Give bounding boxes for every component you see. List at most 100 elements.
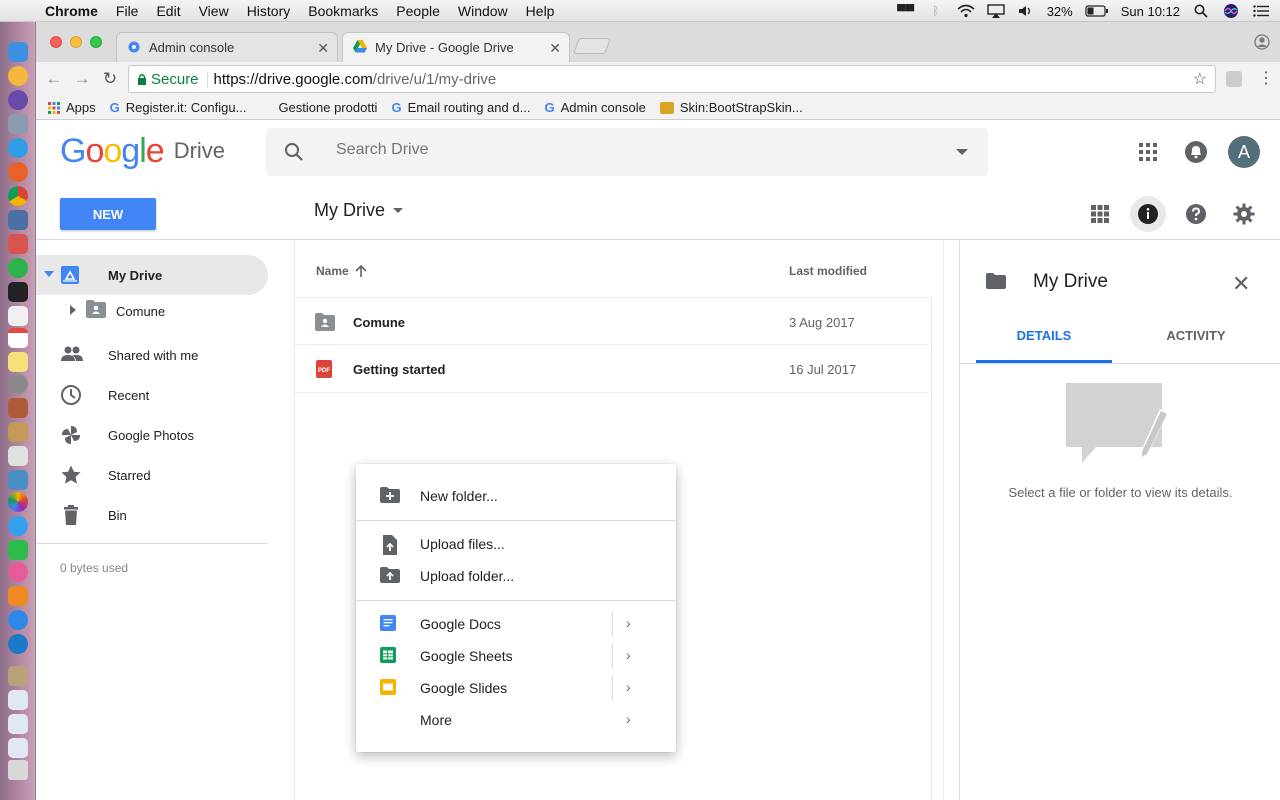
menu-item-upload-files[interactable]: Upload files... [356, 528, 676, 560]
bookmark-email-routing[interactable]: G Email routing and d... [391, 100, 530, 115]
reload-button[interactable]: ↻ [100, 69, 120, 89]
close-tab-icon[interactable]: ✕ [549, 40, 561, 57]
menu-item-google-sheets[interactable]: Google Sheets › [356, 640, 676, 672]
app-icon[interactable] [8, 210, 28, 230]
close-tab-icon[interactable]: ✕ [317, 40, 329, 57]
safari-icon[interactable] [8, 138, 28, 158]
forward-button[interactable]: → [72, 69, 92, 89]
ibooks-icon[interactable] [8, 586, 28, 606]
chrome-icon[interactable] [8, 186, 28, 206]
minimize-window-button[interactable] [70, 36, 82, 48]
zoom-window-button[interactable] [90, 36, 102, 48]
sort-by-name[interactable]: Name [316, 264, 367, 278]
battery-icon[interactable] [1085, 4, 1109, 18]
app-icon[interactable] [8, 398, 28, 418]
app-icon[interactable] [8, 90, 28, 110]
account-avatar[interactable]: A [1228, 136, 1260, 168]
system-preferences-icon[interactable] [8, 374, 28, 394]
bookmark-apps[interactable]: Apps [48, 100, 96, 115]
chevron-right-icon[interactable]: › [626, 615, 631, 631]
menu-edit[interactable]: Edit [147, 3, 189, 19]
menubar-clock[interactable]: Sun 10:12 [1121, 4, 1180, 19]
menu-history[interactable]: History [238, 3, 300, 19]
menu-item-google-docs[interactable]: Google Docs › [356, 608, 676, 640]
secure-indicator[interactable]: Secure [137, 70, 208, 88]
launchpad-icon[interactable] [8, 114, 28, 134]
bookmark-skin[interactable]: Skin:BootStrapSkin... [659, 100, 803, 115]
info-icon[interactable] [1130, 196, 1166, 232]
finder-icon[interactable] [8, 42, 28, 62]
tab-my-drive[interactable]: My Drive - Google Drive ✕ [342, 32, 570, 62]
bookmark-register[interactable]: G Register.it: Configu... [110, 100, 247, 115]
app-icon[interactable] [8, 234, 28, 254]
menu-view[interactable]: View [190, 3, 238, 19]
tab-admin-console[interactable]: Admin console ✕ [116, 32, 338, 62]
app-icon[interactable] [8, 258, 28, 278]
close-icon[interactable]: ✕ [1232, 271, 1250, 297]
file-row[interactable]: PDF Getting started 16 Jul 2017 [295, 345, 929, 393]
rss-extension-icon[interactable] [1226, 71, 1242, 87]
app-icon[interactable] [8, 470, 28, 490]
folder-icon[interactable] [8, 738, 28, 758]
search-box[interactable] [266, 128, 988, 176]
calendar-icon[interactable] [8, 328, 28, 348]
volume-icon[interactable] [1017, 4, 1035, 18]
app-icon[interactable] [8, 66, 28, 86]
search-input[interactable] [336, 141, 896, 159]
facetime-icon[interactable] [8, 540, 28, 560]
notification-center-icon[interactable] [1252, 4, 1270, 18]
textedit-icon[interactable] [8, 306, 28, 326]
trash-icon[interactable] [8, 760, 28, 780]
column-last-modified[interactable]: Last modified [789, 264, 867, 278]
settings-gear-icon[interactable] [1226, 196, 1262, 232]
spotlight-search-icon[interactable] [1192, 4, 1210, 18]
close-window-button[interactable] [50, 36, 62, 48]
menu-help[interactable]: Help [517, 3, 564, 19]
search-options-chevron-icon[interactable] [956, 149, 968, 155]
app-icon[interactable] [8, 666, 28, 686]
firefox-icon[interactable] [8, 162, 28, 182]
chevron-right-icon[interactable]: › [626, 647, 631, 663]
file-row[interactable]: Comune 3 Aug 2017 [295, 297, 929, 345]
new-button[interactable]: NEW [60, 198, 156, 230]
wifi-icon[interactable] [957, 4, 975, 18]
menu-people[interactable]: People [387, 3, 449, 19]
sidebar-item-bin[interactable]: Bin [36, 495, 268, 535]
expand-arrow-icon[interactable] [70, 305, 76, 315]
menu-file[interactable]: File [107, 3, 148, 19]
scrollbar-track[interactable] [931, 297, 932, 800]
menu-item-google-slides[interactable]: Google Slides › [356, 672, 676, 704]
chevron-right-icon[interactable]: › [626, 711, 631, 727]
app-icon[interactable] [8, 446, 28, 466]
folder-icon[interactable] [8, 690, 28, 710]
terminal-icon[interactable] [8, 282, 28, 302]
sidebar-item-my-drive[interactable]: My Drive [36, 255, 268, 295]
messages-icon[interactable] [8, 516, 28, 536]
menu-item-upload-folder[interactable]: Upload folder... [356, 560, 676, 592]
sidebar-item-shared-with-me[interactable]: Shared with me [36, 335, 268, 375]
address-bar[interactable]: Secure https://drive.google.com/drive/u/… [128, 65, 1216, 93]
menu-window[interactable]: Window [449, 3, 517, 19]
menu-item-new-folder[interactable]: New folder... [356, 480, 676, 512]
storage-usage[interactable]: 0 bytes used [60, 561, 128, 575]
airplay-icon[interactable] [986, 4, 1005, 18]
menu-bookmarks[interactable]: Bookmarks [299, 3, 387, 19]
breadcrumb-dropdown-icon[interactable] [393, 208, 403, 213]
app-icon[interactable] [8, 422, 28, 442]
folder-icon[interactable] [8, 714, 28, 734]
notifications-bell-icon[interactable] [1182, 138, 1210, 166]
expand-arrow-icon[interactable] [44, 271, 54, 277]
google-apps-grid-icon[interactable] [1134, 138, 1162, 166]
tab-details[interactable]: DETAILS [976, 329, 1112, 363]
sidebar-item-starred[interactable]: Starred [36, 455, 268, 495]
notes-icon[interactable] [8, 352, 28, 372]
menu-item-more[interactable]: More › [356, 704, 676, 736]
menu-app-name[interactable]: Chrome [36, 3, 107, 19]
display-icon[interactable]: ▀▀ [897, 4, 915, 18]
help-icon[interactable] [1178, 196, 1214, 232]
tab-activity[interactable]: ACTIVITY [1128, 329, 1264, 363]
back-button[interactable]: ← [44, 69, 64, 89]
photos-icon[interactable] [8, 492, 28, 512]
bookmark-admin-console[interactable]: G Admin console [544, 100, 645, 115]
profile-icon[interactable] [1254, 34, 1270, 55]
